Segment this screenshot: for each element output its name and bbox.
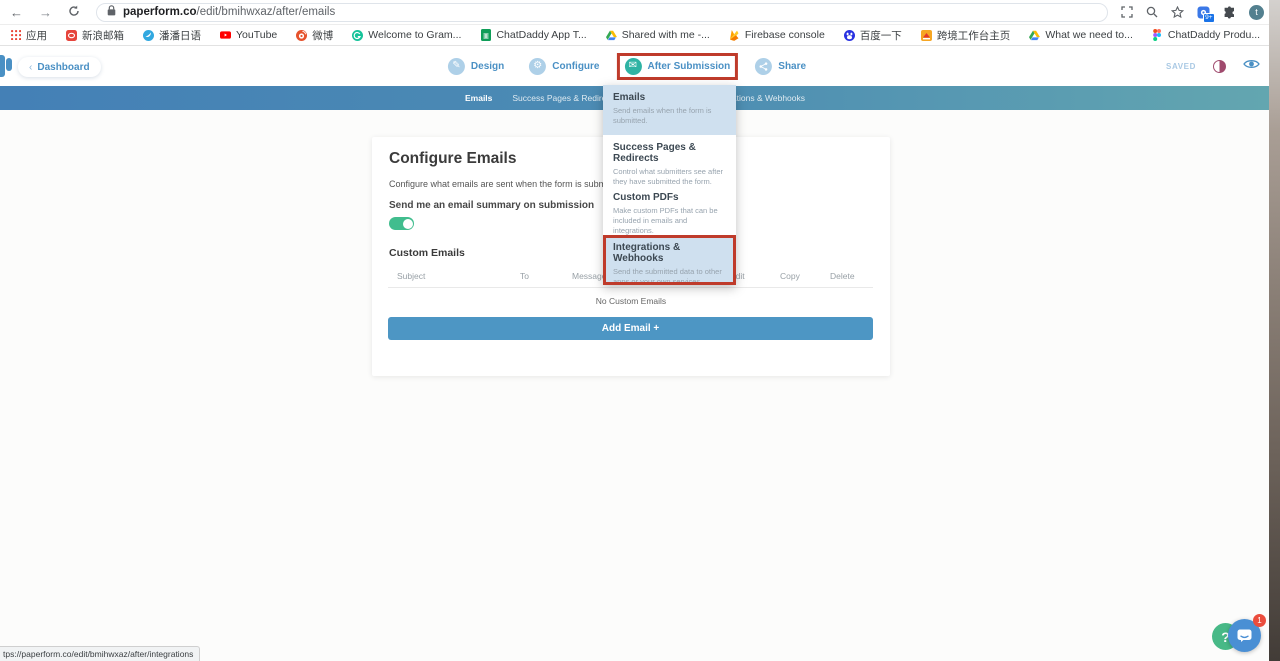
empty-state-text: No Custom Emails (372, 296, 890, 306)
url-text: paperform.co/edit/bmihwxaz/after/emails (123, 6, 335, 18)
desktop-edge (1269, 0, 1280, 661)
profile-avatar[interactable]: t (1249, 5, 1264, 20)
add-email-button[interactable]: Add Email + (388, 317, 873, 340)
email-summary-toggle[interactable] (389, 217, 414, 230)
bookmark-label: 微博 (312, 28, 333, 43)
apps-grid-icon (10, 30, 21, 41)
bookmark-label: 新浪邮箱 (82, 28, 124, 43)
forward-icon[interactable]: → (39, 6, 52, 19)
bookmark-label: Firebase console (745, 29, 825, 41)
drive-icon (606, 30, 617, 41)
bookmark-label: What we need to... (1045, 29, 1133, 41)
bookmark-label: 百度一下 (860, 28, 902, 43)
search-icon[interactable] (1146, 6, 1158, 18)
email-summary-label: Send me an email summary on submission (389, 200, 594, 211)
dashboard-back-button[interactable]: ‹ Dashboard (18, 57, 101, 77)
bookmarks-bar: 应用 新浪邮箱 潘潘日语 YouTube 微博 Welcome to Gram... Cha… (0, 25, 1280, 46)
extension-icon[interactable]: 9+ (1197, 6, 1210, 19)
sheets-icon (480, 30, 491, 41)
share-icon (755, 58, 772, 75)
bookmark-item[interactable]: ChatDaddy Produ... (1152, 29, 1260, 41)
address-bar: ← → paperform.co/edit/bmihwxaz/after/ema… (0, 0, 1280, 25)
bookmark-item[interactable]: 新浪邮箱 (66, 28, 124, 43)
dropdown-item-success-pages[interactable]: Success Pages & Redirects Control what s… (603, 135, 736, 185)
url-bar[interactable]: paperform.co/edit/bmihwxaz/after/emails (96, 3, 1108, 22)
lock-icon (107, 3, 116, 21)
bookmark-item[interactable]: 百度一下 (844, 28, 902, 43)
preview-eye-icon[interactable] (1243, 57, 1260, 75)
drive-icon (1029, 30, 1040, 41)
nav-design[interactable]: ✎ Design (440, 53, 512, 80)
custom-emails-title: Custom Emails (389, 247, 465, 259)
theme-contrast-icon[interactable] (1213, 60, 1226, 73)
sina-mail-icon (66, 30, 77, 41)
firebase-icon (729, 30, 740, 41)
puzzle-icon[interactable] (1223, 6, 1236, 19)
figma-icon (1152, 30, 1163, 41)
bookmark-label: 跨境工作台主页 (937, 28, 1011, 43)
bookmark-item[interactable]: Shared with me -... (606, 29, 710, 41)
col-subject: Subject (397, 271, 425, 281)
page-title: Configure Emails (389, 150, 516, 168)
after-submission-dropdown: Emails Send emails when the form is subm… (603, 85, 736, 285)
bookmark-item[interactable]: 跨境工作台主页 (921, 28, 1011, 43)
baidu-icon (844, 30, 855, 41)
bookmark-item[interactable]: Firebase console (729, 29, 825, 41)
tab-search-icon[interactable] (1121, 6, 1133, 18)
bookmark-label: ChatDaddy Produ... (1168, 29, 1260, 41)
dropdown-item-emails[interactable]: Emails Send emails when the form is subm… (603, 85, 736, 135)
col-to: To (520, 271, 529, 281)
dropdown-item-integrations[interactable]: Integrations & Webhooks Send the submitt… (603, 235, 736, 285)
bookmark-label: 潘潘日语 (159, 28, 201, 43)
saved-status: SAVED (1166, 62, 1196, 71)
bookmark-item[interactable]: What we need to... (1029, 29, 1133, 41)
bookmark-item[interactable]: 潘潘日语 (143, 28, 201, 43)
bookmark-label: ChatDaddy App T... (496, 29, 586, 41)
back-icon[interactable]: ← (10, 6, 23, 19)
header-right: SAVED (1166, 46, 1260, 86)
chat-widget: ? 1 (1212, 614, 1268, 656)
bookmark-item[interactable]: 微博 (296, 28, 333, 43)
status-link-preview: tps://paperform.co/edit/bmihwxaz/after/i… (0, 646, 200, 661)
pencil-icon: ✎ (448, 58, 465, 75)
nav-share[interactable]: Share (747, 53, 814, 80)
extension-badge: 9+ (1203, 13, 1215, 23)
nav-after-submission[interactable]: ✉ After Submission (616, 53, 738, 80)
bookmark-star-icon[interactable] (1171, 6, 1184, 19)
col-copy: Copy (780, 271, 800, 281)
paperform-header: ‹ Dashboard ✎ Design ⚙ Configure ✉ After… (0, 46, 1280, 86)
chevron-left-icon: ‹ (29, 62, 32, 73)
envelope-icon: ✉ (624, 58, 641, 75)
editor-nav: ✎ Design ⚙ Configure ✉ After Submission … (440, 46, 814, 86)
subtab-emails[interactable]: Emails (465, 93, 492, 103)
table-divider (388, 287, 873, 288)
bookmark-label: Welcome to Gram... (368, 29, 461, 41)
subtab-success-pages[interactable]: Success Pages & Redirects (512, 93, 617, 103)
bookmark-item[interactable]: ChatDaddy App T... (480, 29, 586, 41)
refresh-icon[interactable] (68, 5, 80, 19)
bookmark-label: Shared with me -... (622, 29, 710, 41)
paperform-logo-icon (0, 55, 12, 77)
dashboard-label: Dashboard (37, 62, 89, 73)
dropdown-item-custom-pdfs[interactable]: Custom PDFs Make custom PDFs that can be… (603, 185, 736, 235)
blue-bird-icon (143, 30, 154, 41)
gear-icon: ⚙ (529, 58, 546, 75)
grammarly-icon (352, 30, 363, 41)
bookmark-item[interactable]: 应用 (10, 28, 47, 43)
bookmark-item[interactable]: Welcome to Gram... (352, 29, 461, 41)
bookmark-label: YouTube (236, 29, 277, 41)
weibo-icon (296, 30, 307, 41)
bookmark-item[interactable]: YouTube (220, 29, 277, 41)
nav-configure[interactable]: ⚙ Configure (521, 53, 607, 80)
browser-window: ← → paperform.co/edit/bmihwxaz/after/ema… (0, 0, 1280, 661)
workbench-icon (921, 30, 932, 41)
youtube-icon (220, 30, 231, 41)
page-subtitle: Configure what emails are sent when the … (389, 179, 626, 189)
col-message: Message (572, 271, 607, 281)
bookmark-label: 应用 (26, 28, 47, 43)
col-delete: Delete (830, 271, 855, 281)
notification-badge: 1 (1253, 614, 1266, 627)
